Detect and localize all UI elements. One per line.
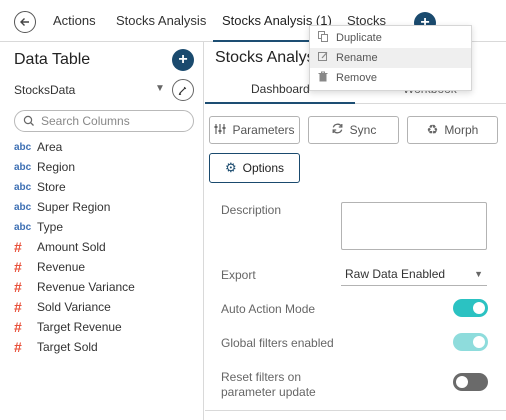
column-name: Super Region: [37, 200, 111, 214]
menu-item-label: Duplicate: [336, 32, 382, 44]
list-item[interactable]: abc Super Region: [14, 197, 199, 217]
text-type-icon: abc: [14, 221, 32, 233]
active-tab-indicator: [205, 102, 355, 104]
list-item[interactable]: # Target Sold: [14, 337, 199, 357]
menu-item-label: Remove: [336, 72, 377, 84]
reset-filters-label-line-2: parameter update: [221, 385, 316, 399]
chevron-down-icon: ▼: [474, 269, 483, 279]
auto-action-mode-toggle[interactable]: [453, 299, 488, 317]
column-name: Sold Variance: [37, 300, 111, 314]
global-filters-label: Global filters enabled: [221, 336, 334, 350]
menu-item-rename[interactable]: Rename: [310, 48, 471, 68]
number-type-icon: #: [14, 299, 22, 315]
menu-item-label: Rename: [336, 52, 378, 64]
menu-item-duplicate[interactable]: Duplicate: [310, 28, 471, 48]
search-icon: [23, 115, 34, 126]
sync-label: Sync: [349, 123, 377, 137]
copy-icon: [318, 31, 336, 45]
sliders-icon: [214, 123, 226, 138]
text-type-icon: abc: [14, 141, 32, 153]
parameters-label: Parameters: [232, 123, 295, 137]
options-button[interactable]: ⚙ Options: [209, 153, 300, 183]
list-item[interactable]: # Revenue Variance: [14, 277, 199, 297]
description-label: Description: [221, 203, 282, 217]
column-name: Revenue Variance: [37, 280, 135, 294]
morph-label: Morph: [444, 123, 479, 137]
toggle-knob: [456, 376, 468, 388]
column-name: Region: [37, 160, 76, 174]
list-item[interactable]: # Revenue: [14, 257, 199, 277]
tab-stocks-analysis[interactable]: Stocks Analysis: [116, 13, 206, 28]
list-item[interactable]: # Target Revenue: [14, 317, 199, 337]
column-name: Amount Sold: [37, 240, 106, 254]
menu-item-remove[interactable]: Remove: [310, 68, 471, 88]
sync-button[interactable]: Sync: [308, 116, 399, 144]
sync-icon: [331, 122, 344, 138]
number-type-icon: #: [14, 279, 22, 295]
recycle-icon: ♻: [426, 122, 439, 137]
export-label: Export: [221, 268, 256, 282]
gear-icon: ⚙: [224, 160, 237, 175]
tab-dashboard[interactable]: Dashboard: [251, 82, 310, 96]
search-input[interactable]: [41, 114, 191, 128]
text-type-icon: abc: [14, 181, 32, 193]
column-name: Store: [37, 180, 66, 194]
column-name: Target Sold: [37, 340, 98, 354]
list-item[interactable]: # Sold Variance: [14, 297, 199, 317]
tab-actions[interactable]: Actions: [53, 13, 96, 28]
column-name: Area: [37, 140, 63, 154]
text-type-icon: abc: [14, 161, 32, 173]
number-type-icon: #: [14, 259, 22, 275]
column-name: Type: [37, 220, 64, 234]
pencil-icon: [178, 86, 187, 95]
edit-data-source-button[interactable]: [172, 79, 194, 101]
arrow-left-icon: [20, 18, 29, 26]
data-table-panel: Data Table + StocksData ▼ abc Area abc Reg…: [0, 42, 204, 420]
description-field[interactable]: [341, 202, 487, 250]
toggle-knob: [473, 336, 485, 348]
export-value: Raw Data Enabled: [345, 267, 446, 281]
column-name: Revenue: [37, 260, 86, 274]
reset-filters-toggle[interactable]: [453, 373, 488, 391]
column-list: abc Area abc Region abc Store abc Super Regi…: [14, 137, 199, 357]
trash-icon: [318, 71, 336, 85]
number-type-icon: #: [14, 319, 22, 335]
tab-context-menu: Duplicate Rename Remove: [309, 25, 472, 91]
panel-title: Data Table: [14, 51, 91, 68]
reset-filters-label: Reset filters on: [221, 370, 302, 384]
global-filters-toggle[interactable]: [453, 333, 488, 351]
chevron-down-icon[interactable]: ▼: [155, 83, 165, 94]
export-select[interactable]: Raw Data Enabled ▼: [341, 264, 487, 286]
toggle-knob: [473, 302, 485, 314]
search-columns: [14, 110, 194, 132]
dashboard-settings-panel: Stocks Analysis Dashboard Workbook Param…: [205, 42, 506, 420]
edit-icon: [318, 51, 336, 65]
list-item[interactable]: abc Store: [14, 177, 199, 197]
morph-button[interactable]: ♻ Morph: [407, 116, 498, 144]
number-type-icon: #: [14, 339, 22, 355]
list-item[interactable]: # Amount Sold: [14, 237, 199, 257]
data-source-select[interactable]: StocksData: [14, 83, 75, 97]
divider: [205, 410, 506, 411]
back-button[interactable]: [14, 11, 36, 33]
number-type-icon: #: [14, 239, 22, 255]
add-data-table-button[interactable]: +: [172, 49, 194, 71]
parameters-button[interactable]: Parameters: [209, 116, 300, 144]
column-name: Target Revenue: [37, 320, 122, 334]
text-type-icon: abc: [14, 201, 32, 213]
options-label: Options: [242, 161, 284, 175]
list-item[interactable]: abc Region: [14, 157, 199, 177]
list-item[interactable]: abc Area: [14, 137, 199, 157]
list-item[interactable]: abc Type: [14, 217, 199, 237]
auto-action-mode-label: Auto Action Mode: [221, 302, 316, 316]
